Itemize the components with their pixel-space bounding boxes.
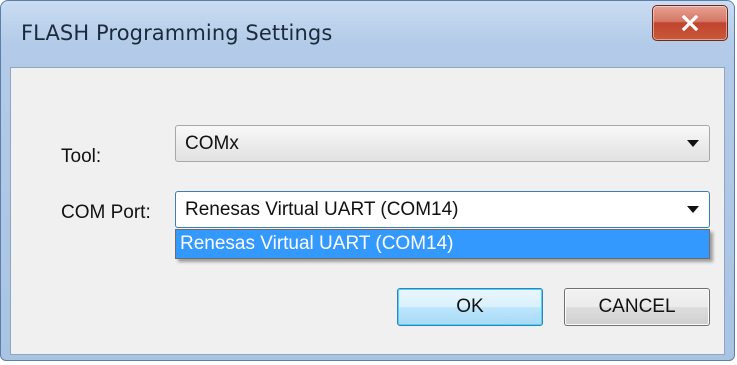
close-button[interactable] [652,5,728,41]
chevron-down-icon [687,140,699,147]
ok-button[interactable]: OK [397,288,543,326]
tool-select[interactable]: COMx [175,125,710,162]
tool-select-value: COMx [185,133,239,154]
close-icon [681,15,699,31]
tool-label: Tool: [61,146,102,167]
title-bar[interactable]: FLASH Programming Settings [1,1,734,67]
cancel-button[interactable]: CANCEL [564,288,710,326]
com-port-dropdown-list: Renesas Virtual UART (COM14) [175,229,710,259]
com-port-label: COM Port: [61,202,151,223]
window-title: FLASH Programming Settings [21,21,333,45]
chevron-down-icon [687,206,699,213]
com-port-select[interactable]: Renesas Virtual UART (COM14) [175,191,710,228]
com-port-select-value: Renesas Virtual UART (COM14) [185,199,459,220]
cancel-button-label: CANCEL [598,296,676,317]
ok-button-label: OK [456,296,484,317]
com-port-option[interactable]: Renesas Virtual UART (COM14) [176,230,709,258]
